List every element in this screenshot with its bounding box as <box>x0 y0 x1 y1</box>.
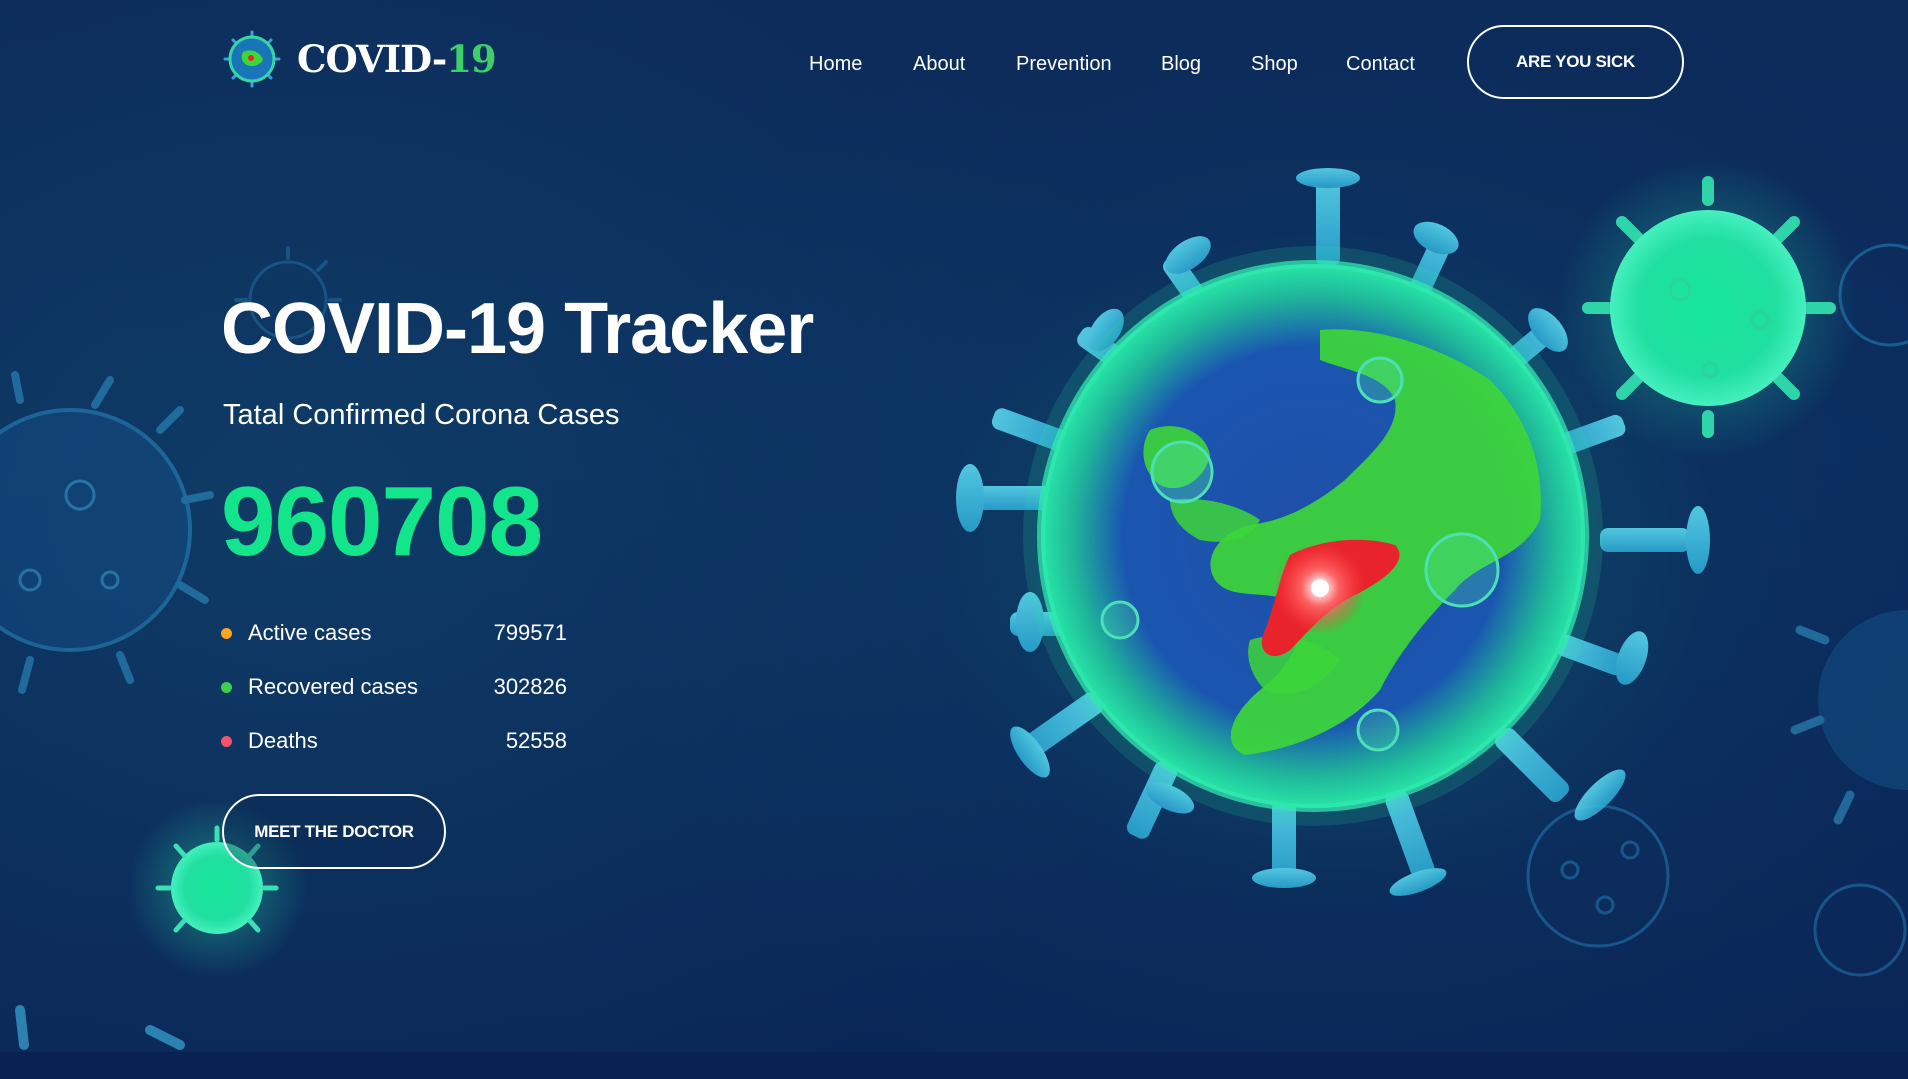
nav-link-contact[interactable]: Contact <box>1346 49 1415 79</box>
page-bottom-edge <box>0 1052 1908 1079</box>
virus-particle-icon <box>0 371 214 694</box>
nav-link-prevention[interactable]: Prevention <box>1016 49 1112 79</box>
status-dot-icon <box>221 628 232 639</box>
status-dot-icon <box>221 682 232 693</box>
virus-particle-icon <box>1558 158 1858 458</box>
stat-row-active: Active cases 799571 <box>221 614 567 668</box>
nav-link-shop[interactable]: Shop <box>1251 49 1298 79</box>
nav-link-home[interactable]: Home <box>809 49 862 79</box>
virus-particle-icon <box>15 1005 185 1050</box>
case-stats-list: Active cases 799571 Recovered cases 3028… <box>221 614 567 776</box>
virus-spikes <box>956 168 1710 896</box>
page-title: COVID-19 Tracker <box>221 289 814 369</box>
stat-row-recovered: Recovered cases 302826 <box>221 668 567 722</box>
stat-label: Active cases <box>248 620 372 645</box>
status-dot-icon <box>221 736 232 747</box>
stat-value: 302826 <box>493 674 567 699</box>
stat-value: 52558 <box>505 728 567 753</box>
stat-label: Recovered cases <box>248 674 418 699</box>
nav-link-about[interactable]: About <box>913 49 965 79</box>
stat-row-deaths: Deaths 52558 <box>221 722 567 776</box>
total-cases-count: 960708 <box>221 466 543 576</box>
virus-particle-icon <box>1790 243 1908 825</box>
meet-the-doctor-button[interactable]: MEET THE DOCTOR <box>222 794 446 869</box>
stat-label: Deaths <box>248 728 318 753</box>
hero-subtitle: Tatal Confirmed Corona Cases <box>223 399 620 431</box>
are-you-sick-button[interactable]: ARE YOU SICK <box>1467 25 1684 99</box>
virus-particle-icon <box>1526 804 1907 977</box>
nav-link-blog[interactable]: Blog <box>1161 49 1201 79</box>
stat-value: 799571 <box>493 620 567 645</box>
virus-globe <box>1023 246 1603 826</box>
